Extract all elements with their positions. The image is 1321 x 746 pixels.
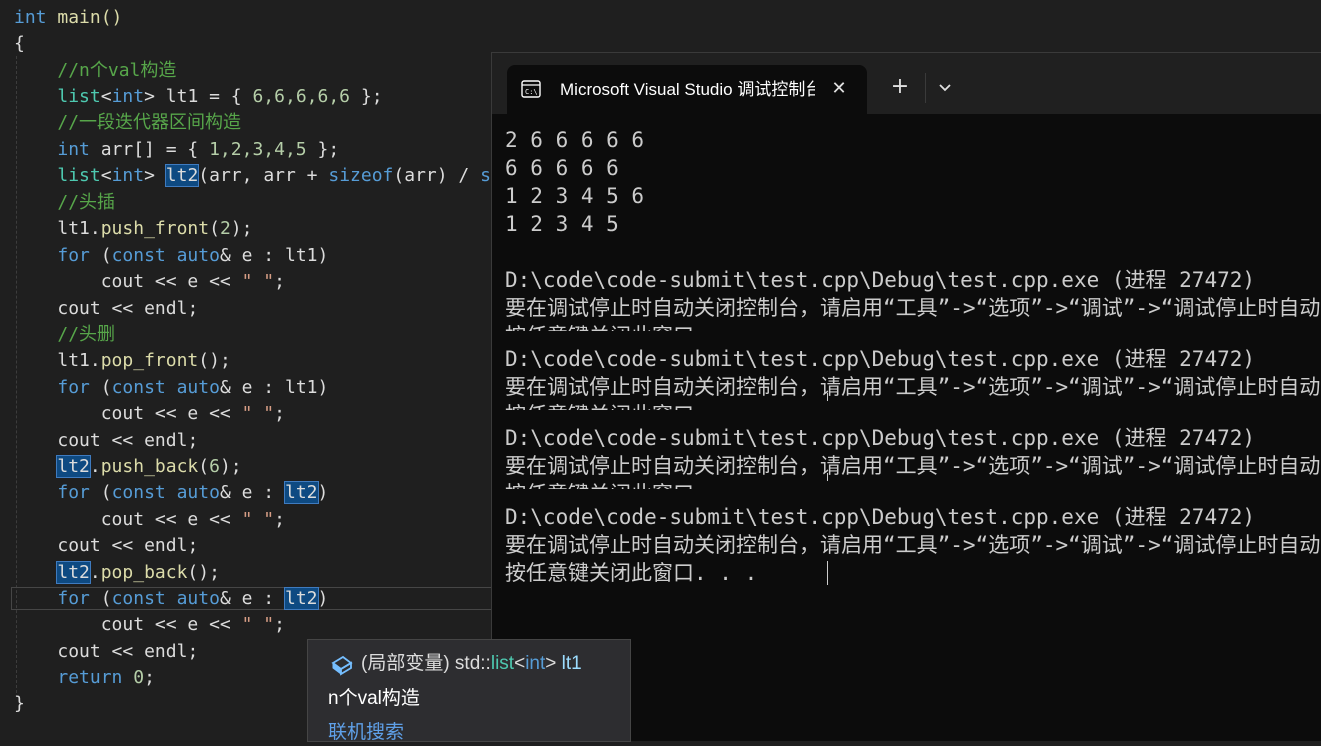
code-line-10: for (const auto& e : lt1) bbox=[57, 245, 329, 266]
code-line-1: int main() bbox=[14, 7, 123, 28]
tab-separator bbox=[925, 73, 926, 103]
exit-message: D:\code\code-submit\test.cpp\Debug\test.… bbox=[505, 426, 1256, 450]
code-line-20: cout << e << " "; bbox=[100, 509, 285, 530]
code-line-17: cout << endl; bbox=[57, 430, 199, 451]
code-line-15: for (const auto& e : lt1) bbox=[57, 377, 329, 398]
quick-info-tooltip: (局部变量) std::list<int> lt1 n个val构造 联机搜索 bbox=[307, 639, 631, 743]
console-output-line: 1 2 3 4 5 bbox=[505, 212, 619, 236]
code-line-5: //一段迭代器区间构造 bbox=[57, 112, 242, 133]
debug-console-window[interactable]: C:\ Microsoft Visual Studio 调试控制台 ✕ + 2 … bbox=[491, 52, 1321, 741]
press-key-message: 按任意键关闭此窗口. . . bbox=[505, 480, 1321, 489]
text-caret bbox=[827, 393, 828, 401]
code-line-18: lt2.push_back(6); bbox=[56, 455, 242, 478]
code-line-3: //n个val构造 bbox=[57, 60, 177, 81]
auto-close-message: 要在调试停止时自动关闭控制台，请启用“工具”->“选项”->“调试”->“调试停… bbox=[505, 296, 1321, 320]
text-caret bbox=[827, 473, 828, 481]
console-exit-block: D:\code\code-submit\test.cpp\Debug\test.… bbox=[505, 424, 1321, 489]
text-caret bbox=[827, 561, 828, 585]
plus-icon[interactable]: + bbox=[888, 75, 912, 99]
code-line-13: //头删 bbox=[57, 324, 116, 345]
code-line-16: cout << e << " "; bbox=[100, 403, 285, 424]
code-line-9: lt1.push_front(2); bbox=[57, 218, 253, 239]
code-line-7: list<int> lt2(arr, arr + sizeof(arr) / s… bbox=[57, 164, 502, 187]
console-output-line: 1 2 3 4 5 6 bbox=[505, 184, 645, 208]
lt2-highlight: lt2 bbox=[164, 164, 200, 187]
auto-close-message: 要在调试停止时自动关闭控制台，请启用“工具”->“选项”->“调试”->“调试停… bbox=[505, 533, 1321, 557]
code-line-25: cout << endl; bbox=[57, 641, 199, 662]
chevron-down-icon[interactable] bbox=[934, 75, 956, 99]
auto-close-message: 要在调试停止时自动关闭控制台，请启用“工具”->“选项”->“调试”->“调试停… bbox=[505, 454, 1321, 478]
press-key-message: 按任意键关闭此窗口. . . bbox=[505, 561, 758, 585]
lt2-highlight: lt2 bbox=[283, 587, 319, 610]
lt2-highlight: lt2 bbox=[56, 455, 91, 478]
press-key-message: 按任意键关闭此窗口. . . bbox=[505, 322, 1321, 331]
auto-close-message: 要在调试停止时自动关闭控制台，请启用“工具”->“选项”->“调试”->“调试停… bbox=[505, 375, 1321, 399]
console-tab-title: Microsoft Visual Studio 调试控制台 bbox=[560, 80, 815, 99]
tooltip-description: n个val构造 bbox=[328, 688, 420, 709]
code-line-4: list<int> lt1 = { 6,6,6,6,6 }; bbox=[57, 86, 383, 107]
local-variable-icon bbox=[331, 655, 353, 676]
code-line-14: lt1.pop_front(); bbox=[57, 350, 231, 371]
online-search-link[interactable]: 联机搜索 bbox=[328, 720, 404, 746]
code-line-6: int arr[] = { 1,2,3,4,5 }; bbox=[57, 139, 340, 160]
code-line-26: return 0; bbox=[57, 667, 155, 688]
code-line-23: for (const auto& e : lt2) bbox=[57, 587, 329, 610]
console-output-line: 6 6 6 6 6 bbox=[505, 156, 619, 180]
exit-message: D:\code\code-submit\test.cpp\Debug\test.… bbox=[505, 505, 1256, 529]
console-output-line: 2 6 6 6 6 6 bbox=[505, 128, 645, 152]
close-icon[interactable]: ✕ bbox=[828, 78, 850, 100]
exit-message: D:\code\code-submit\test.cpp\Debug\test.… bbox=[505, 268, 1256, 292]
svg-text:C:\: C:\ bbox=[525, 88, 538, 96]
code-line-27: } bbox=[14, 693, 25, 714]
exit-message: D:\code\code-submit\test.cpp\Debug\test.… bbox=[505, 347, 1256, 371]
code-line-12: cout << endl; bbox=[57, 298, 199, 319]
code-line-11: cout << e << " "; bbox=[100, 271, 285, 292]
console-exit-block: D:\code\code-submit\test.cpp\Debug\test.… bbox=[505, 503, 1321, 593]
press-key-message: 按任意键关闭此窗口. . . bbox=[505, 401, 1321, 410]
console-tab[interactable]: C:\ Microsoft Visual Studio 调试控制台 ✕ bbox=[507, 65, 867, 114]
console-exit-block: D:\code\code-submit\test.cpp\Debug\test.… bbox=[505, 266, 1321, 331]
code-line-19: for (const auto& e : lt2) bbox=[57, 481, 329, 504]
code-line-8: //头插 bbox=[57, 192, 116, 213]
lt2-highlight: lt2 bbox=[283, 481, 319, 504]
lt2-highlight: lt2 bbox=[56, 561, 91, 584]
code-line-21: cout << endl; bbox=[57, 535, 199, 556]
code-line-22: lt2.pop_back(); bbox=[56, 561, 220, 584]
code-line-2: { bbox=[14, 33, 25, 54]
code-line-24: cout << e << " "; bbox=[100, 614, 285, 635]
console-exit-block: D:\code\code-submit\test.cpp\Debug\test.… bbox=[505, 345, 1321, 410]
tooltip-signature: (局部变量) std::list<int> lt1 bbox=[361, 653, 582, 674]
console-app-icon: C:\ bbox=[521, 80, 541, 98]
console-titlebar[interactable]: C:\ Microsoft Visual Studio 调试控制台 ✕ + bbox=[492, 53, 1321, 114]
